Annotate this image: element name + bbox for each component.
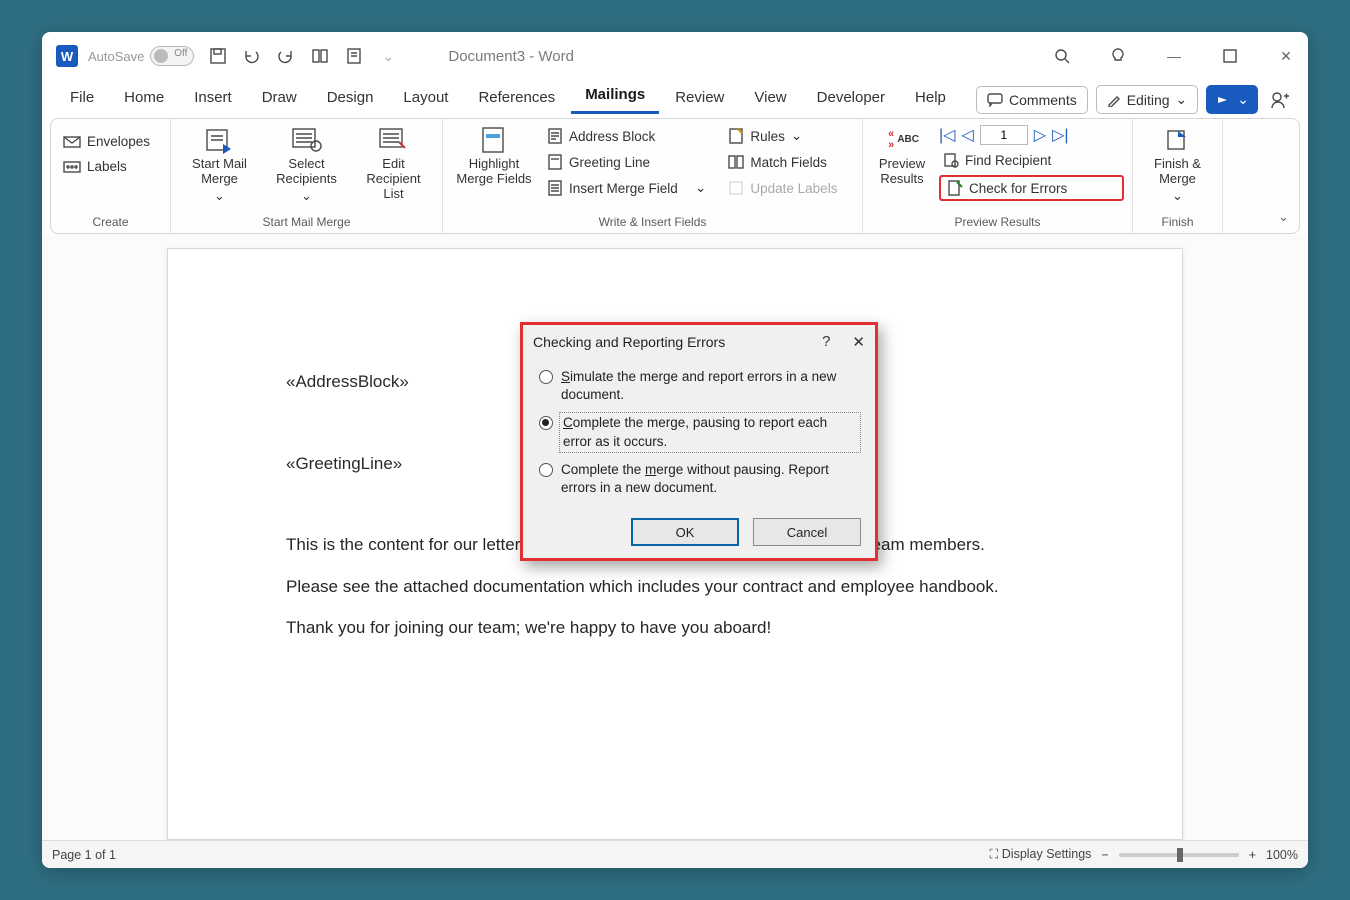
tab-view[interactable]: View — [740, 83, 800, 114]
address-block-button[interactable]: Address Block — [543, 125, 710, 147]
find-recipient-button[interactable]: Find Recipient — [939, 149, 1124, 171]
tab-design[interactable]: Design — [313, 83, 388, 114]
group-start-mail-merge: Start Mail Merge⌄ Select Recipients⌄ Edi… — [171, 119, 443, 233]
tab-insert[interactable]: Insert — [180, 83, 246, 114]
labels-button[interactable]: Labels — [59, 156, 154, 177]
start-mail-merge-button[interactable]: Start Mail Merge⌄ — [182, 123, 258, 204]
last-record-icon[interactable]: ▷| — [1052, 125, 1068, 145]
page-indicator[interactable]: Page 1 of 1 — [52, 848, 116, 862]
autosave-toggle[interactable]: AutoSave Off — [88, 46, 194, 66]
tab-layout[interactable]: Layout — [389, 83, 462, 114]
minimize-button[interactable]: — — [1160, 42, 1188, 70]
radio-complete-pause[interactable] — [539, 416, 553, 430]
dialog-help-icon[interactable]: ? — [822, 333, 830, 351]
ribbon-tabs: File Home Insert Draw Design Layout Refe… — [42, 80, 1308, 114]
group-preview-results: « »ABCPreview Results |◁ ◁ ▷ ▷| Find Rec… — [863, 119, 1133, 233]
highlight-merge-fields-button[interactable]: Highlight Merge Fields — [451, 123, 537, 187]
word-app-icon: W — [56, 45, 78, 67]
lightbulb-icon[interactable] — [1104, 42, 1132, 70]
tab-review[interactable]: Review — [661, 83, 738, 114]
document-title: Document3 - Word — [448, 48, 574, 65]
ribbon: Envelopes Labels Create Start Mail Merge… — [50, 118, 1300, 234]
autosave-label: AutoSave — [88, 49, 144, 64]
redo-icon[interactable] — [276, 46, 296, 66]
rules-button[interactable]: Rules ⌄ — [724, 125, 841, 147]
chevron-down-icon: ⌄ — [1176, 91, 1188, 108]
tab-home[interactable]: Home — [110, 83, 178, 114]
option-simulate[interactable]: Simulate the merge and report errors in … — [537, 363, 861, 409]
zoom-in-button[interactable]: + — [1249, 848, 1256, 862]
cancel-button[interactable]: Cancel — [753, 518, 861, 546]
radio-complete-nopause[interactable] — [539, 463, 553, 477]
pencil-icon — [1107, 93, 1121, 107]
prev-record-icon[interactable]: ◁ — [961, 125, 973, 145]
tab-mailings[interactable]: Mailings — [571, 80, 659, 114]
maximize-button[interactable] — [1216, 42, 1244, 70]
match-fields-button[interactable]: Match Fields — [724, 151, 841, 173]
dialog-close-icon[interactable]: ✕ — [852, 333, 865, 351]
quick-access-toolbar: ⌄ — [208, 46, 398, 66]
word-window: W AutoSave Off ⌄ Document3 - Word — ✕ Fi… — [42, 32, 1308, 868]
record-number-input[interactable] — [980, 125, 1028, 145]
comments-button[interactable]: Comments — [976, 86, 1088, 114]
preview-results-button[interactable]: « »ABCPreview Results — [871, 123, 933, 187]
save-icon[interactable] — [208, 46, 228, 66]
next-record-icon[interactable]: ▷ — [1034, 125, 1046, 145]
group-create: Envelopes Labels Create — [51, 119, 171, 233]
zoom-out-button[interactable]: − — [1101, 848, 1108, 862]
share-button[interactable]: ⌄ — [1206, 85, 1258, 114]
tab-file[interactable]: File — [56, 83, 108, 114]
option-complete-nopause[interactable]: Complete the merge without pausing. Repo… — [537, 456, 861, 502]
qat-icon-1[interactable] — [310, 46, 330, 66]
group-label: Create — [59, 213, 162, 231]
greeting-line-button[interactable]: Greeting Line — [543, 151, 710, 173]
zoom-level[interactable]: 100% — [1266, 848, 1298, 862]
titlebar: W AutoSave Off ⌄ Document3 - Word — ✕ — [42, 32, 1308, 80]
body-paragraph-2: Please see the attached documentation wh… — [286, 574, 1064, 600]
option-complete-pause[interactable]: Complete the merge, pausing to report ea… — [537, 409, 861, 455]
tab-developer[interactable]: Developer — [803, 83, 899, 114]
group-write-insert: Highlight Merge Fields Address Block Gre… — [443, 119, 863, 233]
qat-icon-2[interactable] — [344, 46, 364, 66]
qat-dropdown-icon[interactable]: ⌄ — [378, 46, 398, 66]
check-for-errors-button[interactable]: Check for Errors — [939, 175, 1124, 201]
insert-merge-field-button[interactable]: Insert Merge Field ⌄ — [543, 177, 710, 199]
zoom-slider[interactable] — [1119, 853, 1239, 857]
editing-mode-button[interactable]: Editing ⌄ — [1096, 85, 1199, 114]
ribbon-collapse-icon[interactable]: ⌄ — [1278, 209, 1289, 225]
account-icon[interactable] — [1266, 86, 1294, 114]
statusbar: Page 1 of 1 ⛶ Display Settings − + 100% — [42, 840, 1308, 868]
body-paragraph-3: Thank you for joining our team; we're ha… — [286, 615, 1064, 641]
comment-icon — [987, 93, 1003, 107]
group-finish: Finish & Merge⌄ Finish — [1133, 119, 1223, 233]
radio-simulate[interactable] — [539, 370, 553, 384]
undo-icon[interactable] — [242, 46, 262, 66]
close-button[interactable]: ✕ — [1272, 42, 1300, 70]
tab-references[interactable]: References — [464, 83, 569, 114]
edit-recipient-list-button[interactable]: Edit Recipient List — [356, 123, 432, 202]
ok-button[interactable]: OK — [631, 518, 739, 546]
search-icon[interactable] — [1048, 42, 1076, 70]
display-settings-button[interactable]: ⛶ Display Settings — [990, 847, 1092, 862]
finish-merge-button[interactable]: Finish & Merge⌄ — [1143, 123, 1213, 204]
toggle-switch[interactable]: Off — [150, 46, 194, 66]
select-recipients-button[interactable]: Select Recipients⌄ — [269, 123, 345, 204]
tab-draw[interactable]: Draw — [248, 83, 311, 114]
update-labels-button: Update Labels — [724, 177, 841, 199]
share-icon — [1215, 93, 1231, 107]
tab-help[interactable]: Help — [901, 83, 960, 114]
first-record-icon[interactable]: |◁ — [939, 125, 955, 145]
check-errors-dialog: Checking and Reporting Errors ? ✕ Simula… — [520, 322, 878, 561]
dialog-title: Checking and Reporting Errors — [533, 334, 725, 350]
envelopes-button[interactable]: Envelopes — [59, 131, 154, 152]
